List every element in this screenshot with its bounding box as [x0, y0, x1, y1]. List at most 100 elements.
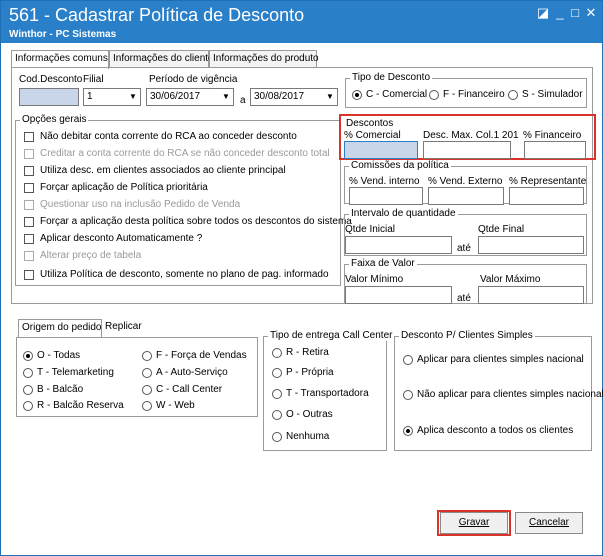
checkbox-box[interactable]: [24, 182, 34, 193]
radio-call-center[interactable]: C - Call Center: [142, 384, 222, 398]
checkbox-creditar: Creditar a conta corrente do RCA se não …: [24, 148, 330, 162]
checkbox-box[interactable]: [24, 216, 34, 227]
tab-informacoes-produto[interactable]: Informações do produto: [209, 50, 319, 68]
radio-circle[interactable]: [429, 89, 439, 100]
checkbox-label: Forçar a aplicação desta política sobre …: [40, 216, 352, 227]
comercial-field[interactable]: [344, 141, 418, 159]
comissoes-group: Comissões da política % Vend. interno % …: [344, 160, 587, 205]
data-inicio-field[interactable]: 30/06/2017 ▼: [146, 88, 234, 106]
minimize-button[interactable]: _: [552, 5, 568, 21]
pin-icon[interactable]: ◪: [535, 5, 551, 21]
checkbox-plano-pagamento[interactable]: Utiliza Política de desconto, somente no…: [24, 269, 329, 283]
radio-forca-vendas[interactable]: F - Força de Vendas: [142, 350, 247, 364]
tab-informacoes-cliente[interactable]: Informações do cliente: [109, 50, 214, 68]
checkbox-label: Creditar a conta corrente do RCA se não …: [40, 148, 330, 159]
radio-web[interactable]: W - Web: [142, 400, 195, 414]
radio-circle[interactable]: [272, 347, 282, 358]
radio-transportadora[interactable]: T - Transportadora: [272, 388, 369, 402]
radio-aplica-todos[interactable]: Aplica desconto a todos os clientes: [403, 425, 573, 439]
desc-max-label: Desc. Max. Col.1 201: [423, 130, 519, 141]
radio-circle[interactable]: [508, 89, 518, 100]
radio-simulador[interactable]: S - Simulador: [508, 89, 583, 103]
checkbox-label: Questionar uso na inclusão Pedido de Ven…: [40, 199, 241, 210]
radio-circle[interactable]: [272, 367, 282, 378]
qtde-final-label: Qtde Final: [478, 224, 525, 235]
checkbox-box[interactable]: [24, 233, 34, 244]
gravar-button[interactable]: Gravar: [440, 512, 508, 534]
qtde-inicial-field[interactable]: [345, 236, 452, 254]
radio-circle[interactable]: [272, 409, 282, 420]
qtde-final-field[interactable]: [478, 236, 584, 254]
representante-label: % Representante: [509, 176, 587, 187]
radio-aplicar-simples[interactable]: Aplicar para clientes simples nacional: [403, 354, 584, 368]
financeiro-field[interactable]: [524, 141, 586, 159]
radio-label: C - Comercial: [366, 89, 428, 100]
radio-auto-servico[interactable]: A - Auto-Serviço: [142, 367, 228, 381]
filial-select[interactable]: 1 ▼: [83, 88, 141, 106]
vend-interno-field[interactable]: [349, 187, 423, 205]
radio-propria[interactable]: P - Própria: [272, 367, 334, 381]
radio-circle[interactable]: [23, 367, 33, 378]
tab-origem-pedido[interactable]: Origem do pedido: [18, 319, 102, 338]
maximize-button[interactable]: □: [567, 5, 583, 21]
radio-nenhuma[interactable]: Nenhuma: [272, 431, 329, 445]
checkbox-box[interactable]: [24, 269, 34, 280]
chevron-down-icon[interactable]: ▼: [219, 89, 233, 105]
radio-balcao[interactable]: B - Balcão: [23, 384, 83, 398]
radio-circle[interactable]: [142, 367, 152, 378]
radio-label: Aplicar para clientes simples nacional: [417, 354, 584, 365]
radio-circle[interactable]: [272, 388, 282, 399]
radio-circle[interactable]: [23, 384, 33, 395]
valor-minimo-field[interactable]: [345, 286, 452, 304]
tipo-desconto-group: Tipo de Desconto C - Comercial F - Finan…: [345, 72, 587, 108]
radio-balcao-reserva[interactable]: R - Balcão Reserva: [23, 400, 124, 414]
representante-field[interactable]: [509, 187, 584, 205]
cod-desconto-field[interactable]: [19, 88, 79, 106]
cancelar-label: Cancelar: [528, 517, 570, 528]
vend-externo-field[interactable]: [428, 187, 504, 205]
radio-label: Nenhuma: [286, 431, 330, 442]
comercial-label: % Comercial: [344, 130, 401, 141]
radio-retira[interactable]: R - Retira: [272, 347, 329, 361]
qtde-inicial-label: Qtde Inicial: [345, 224, 396, 235]
radio-circle[interactable]: [142, 350, 152, 361]
close-button[interactable]: ✕: [583, 5, 599, 21]
desc-max-field[interactable]: [423, 141, 511, 159]
radio-telemarketing[interactable]: T - Telemarketing: [23, 367, 114, 381]
cancelar-button[interactable]: Cancelar: [515, 512, 583, 534]
checkbox-nao-debitar[interactable]: Não debitar conta corrente do RCA ao con…: [24, 131, 297, 145]
checkbox-box: [24, 250, 34, 261]
radio-circle[interactable]: [142, 384, 152, 395]
window-subtitle: Winthor - PC Sistemas: [9, 29, 117, 40]
checkbox-politica-prioritaria[interactable]: Forçar aplicação de Política prioritária: [24, 182, 208, 196]
radio-circle[interactable]: [23, 350, 33, 361]
checkbox-box[interactable]: [24, 131, 34, 142]
intervalo-ate: até: [457, 243, 471, 254]
checkbox-box[interactable]: [24, 165, 34, 176]
radio-circle[interactable]: [403, 425, 413, 436]
radio-circle[interactable]: [272, 431, 282, 442]
data-fim-field[interactable]: 30/08/2017 ▼: [250, 88, 338, 106]
checkbox-clientes-associados[interactable]: Utiliza desc. em clientes associados ao …: [24, 165, 286, 179]
checkbox-forcar-aplicacao[interactable]: Forçar a aplicação desta política sobre …: [24, 216, 352, 230]
descontos-title: Descontos: [346, 118, 394, 129]
radio-circle[interactable]: [352, 89, 362, 100]
valor-maximo-field[interactable]: [478, 286, 584, 304]
radio-label: S - Simulador: [522, 89, 583, 100]
radio-outras[interactable]: O - Outras: [272, 409, 333, 423]
radio-todas[interactable]: O - Todas: [23, 350, 80, 364]
radio-circle[interactable]: [142, 400, 152, 411]
chevron-down-icon[interactable]: ▼: [323, 89, 337, 105]
radio-nao-aplicar-simples[interactable]: Não aplicar para clientes simples nacion…: [403, 389, 603, 403]
radio-financeiro[interactable]: F - Financeiro: [429, 89, 505, 103]
chevron-down-icon[interactable]: ▼: [126, 89, 140, 105]
tab-replicar[interactable]: Replicar: [102, 319, 144, 337]
radio-circle[interactable]: [23, 400, 33, 411]
radio-comercial[interactable]: C - Comercial: [352, 89, 427, 103]
title-bar: 561 - Cadastrar Política de Desconto Win…: [1, 1, 602, 43]
checkbox-aplicar-automatico[interactable]: Aplicar desconto Automaticamente ?: [24, 233, 202, 247]
radio-circle[interactable]: [403, 389, 413, 400]
radio-label: W - Web: [156, 400, 195, 411]
radio-circle[interactable]: [403, 354, 413, 365]
radio-label: F - Força de Vendas: [156, 350, 247, 361]
